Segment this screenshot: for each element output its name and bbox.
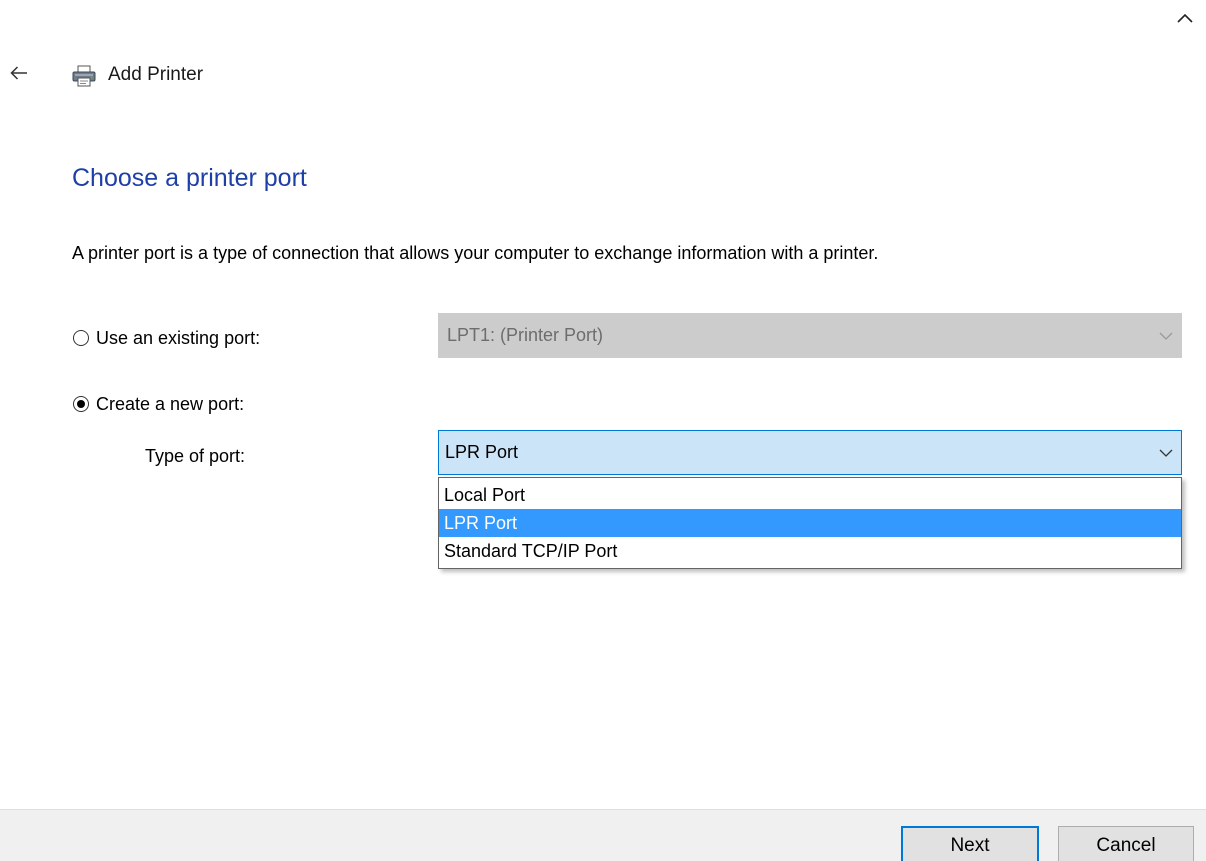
radio-checked-icon bbox=[73, 396, 89, 412]
port-type-value: LPR Port bbox=[445, 442, 519, 462]
existing-port-value: LPT1: (Printer Port) bbox=[447, 325, 604, 345]
use-existing-port-label: Use an existing port: bbox=[96, 328, 261, 348]
cancel-button[interactable]: Cancel bbox=[1058, 826, 1194, 861]
window-title: Add Printer bbox=[108, 64, 204, 85]
port-type-select[interactable]: LPR Port bbox=[438, 430, 1182, 475]
dropdown-option-local-port[interactable]: Local Port bbox=[439, 481, 1181, 509]
printer-icon bbox=[66, 61, 102, 91]
chevron-up-icon bbox=[1177, 10, 1193, 28]
radio-unchecked-icon bbox=[73, 330, 89, 346]
next-button[interactable]: Next bbox=[901, 826, 1039, 861]
collapse-button[interactable] bbox=[1168, 4, 1202, 34]
existing-port-select: LPT1: (Printer Port) bbox=[438, 313, 1182, 358]
description-text: A printer port is a type of connection t… bbox=[72, 243, 879, 263]
page-title: Choose a printer port bbox=[72, 164, 307, 192]
create-new-port-radio[interactable]: Create a new port: bbox=[73, 392, 244, 416]
use-existing-port-radio[interactable]: Use an existing port: bbox=[73, 326, 260, 350]
chevron-down-icon bbox=[1151, 314, 1181, 357]
back-button[interactable] bbox=[2, 60, 36, 90]
type-of-port-label: Type of port: bbox=[145, 446, 246, 466]
create-new-port-label: Create a new port: bbox=[96, 394, 245, 414]
dropdown-option-lpr-port[interactable]: LPR Port bbox=[439, 509, 1181, 537]
dropdown-option-standard-tcpip-port[interactable]: Standard TCP/IP Port bbox=[439, 537, 1181, 565]
port-type-dropdown-list: Local Port LPR Port Standard TCP/IP Port bbox=[438, 477, 1182, 569]
arrow-left-icon bbox=[10, 65, 28, 85]
chevron-down-icon bbox=[1151, 431, 1181, 474]
